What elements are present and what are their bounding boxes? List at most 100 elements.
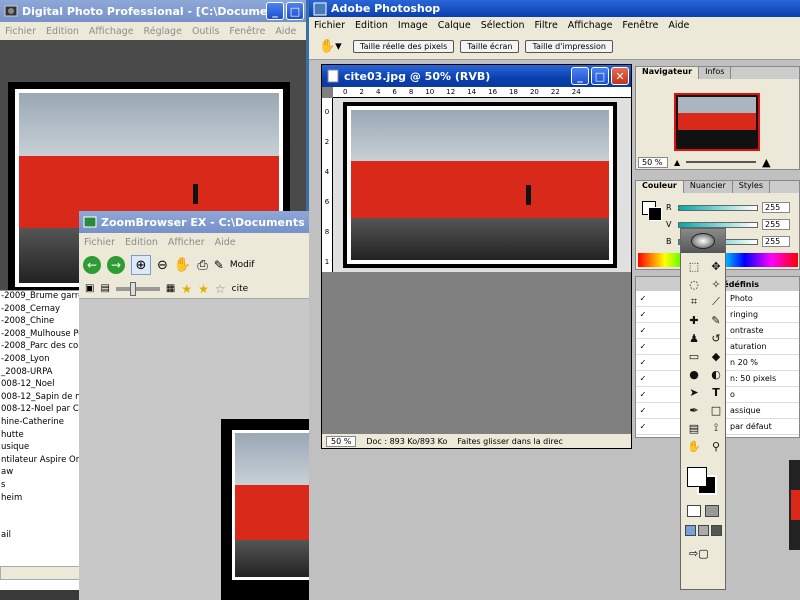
- healing-tool-icon[interactable]: ✚: [687, 313, 701, 327]
- channel-slider[interactable]: [678, 221, 758, 228]
- folder-list-item[interactable]: usique: [0, 442, 80, 455]
- zoombrowser-menu-item[interactable]: Fichier: [79, 237, 120, 248]
- crop-tool-icon[interactable]: ⌗: [687, 295, 701, 309]
- blur-tool-icon[interactable]: ●: [687, 367, 701, 381]
- print-icon[interactable]: ⎙: [197, 258, 207, 273]
- checkmark-icon[interactable]: ✓: [636, 374, 650, 383]
- folder-list-item[interactable]: ail: [0, 530, 80, 543]
- panel-tab[interactable]: Nuancier: [683, 181, 733, 193]
- zoom-out-icon[interactable]: ⊖: [157, 258, 168, 273]
- document-title-bar[interactable]: cite03.jpg @ 50% (RVB) _ □ ✕: [322, 65, 631, 87]
- folder-list-item[interactable]: [0, 518, 80, 531]
- folder-list-item[interactable]: hutte: [0, 430, 80, 443]
- checkmark-icon[interactable]: ✓: [636, 294, 650, 303]
- pen-tool-icon[interactable]: ✒: [687, 403, 701, 417]
- zoom-tool-icon[interactable]: ⚲: [709, 439, 723, 453]
- panel-tab[interactable]: Couleur: [636, 181, 684, 193]
- navigator-zoom-field[interactable]: 50 %: [638, 156, 668, 168]
- folder-list-item[interactable]: -2009_Brume garreb: [0, 291, 80, 304]
- eraser-tool-icon[interactable]: ▭: [687, 349, 701, 363]
- history-brush-icon[interactable]: ↺: [709, 331, 723, 345]
- panel-tab[interactable]: Navigateur: [636, 67, 700, 79]
- folder-list-item[interactable]: s: [0, 480, 80, 493]
- folder-list-item[interactable]: -2008_Lyon: [0, 354, 80, 367]
- star-icon[interactable]: ★: [198, 282, 209, 296]
- photoshop-menu-item[interactable]: Affichage: [563, 20, 618, 31]
- zoom-in-mountain-icon[interactable]: ▲: [762, 156, 770, 169]
- zoombrowser-title-bar[interactable]: ZoomBrowser EX - C:\Documents and Settin…: [79, 211, 319, 233]
- dpp-menu-item[interactable]: Fenêtre: [224, 26, 270, 37]
- hand-tool-box-icon[interactable]: ✋: [687, 439, 701, 453]
- hand-tool-icon[interactable]: ✋▾: [319, 39, 347, 54]
- dodge-tool-icon[interactable]: ◐: [709, 367, 723, 381]
- back-icon[interactable]: ←: [83, 256, 101, 274]
- photoshop-menu-item[interactable]: Edition: [350, 20, 393, 31]
- eyedropper-tool-icon[interactable]: ⟟: [709, 421, 723, 435]
- dpp-maximize-button[interactable]: □: [286, 2, 304, 20]
- type-tool-icon[interactable]: T: [709, 385, 723, 399]
- folder-list-item[interactable]: -2008_Mulhouse Por: [0, 329, 80, 342]
- dpp-menu-item[interactable]: Réglage: [139, 26, 187, 37]
- photoshop-menu-item[interactable]: Calque: [433, 20, 476, 31]
- document-maximize-button[interactable]: □: [591, 67, 609, 85]
- folder-list-item[interactable]: heim: [0, 493, 80, 506]
- folder-list-item[interactable]: 008-12-Noel par Chris: [0, 404, 80, 417]
- stamp-tool-icon[interactable]: ♟: [687, 331, 701, 345]
- checkmark-icon[interactable]: ✓: [636, 310, 650, 319]
- forward-icon[interactable]: →: [107, 256, 125, 274]
- channel-value-field[interactable]: 255: [762, 202, 790, 213]
- navigator-thumbnail[interactable]: [674, 93, 760, 151]
- slice-tool-icon[interactable]: ⟋: [709, 295, 723, 309]
- shape-tool-icon[interactable]: □: [709, 403, 723, 417]
- photoshop-title-bar[interactable]: Adobe Photoshop: [309, 0, 800, 17]
- lasso-tool-icon[interactable]: ◌: [687, 277, 701, 291]
- hand-icon[interactable]: ✋: [174, 257, 191, 273]
- document-minimize-button[interactable]: _: [571, 67, 589, 85]
- zoom-in-icon[interactable]: ⊕: [131, 255, 151, 275]
- photoshop-menu-item[interactable]: Sélection: [476, 20, 530, 31]
- folder-list-item[interactable]: hine-Catherine: [0, 417, 80, 430]
- channel-value-field[interactable]: 255: [762, 236, 790, 247]
- checkmark-icon[interactable]: ✓: [636, 422, 650, 431]
- dpp-menu-item[interactable]: Aide: [270, 26, 301, 37]
- move-tool-icon[interactable]: ✥: [709, 259, 723, 273]
- navigator-zoom-slider[interactable]: [686, 161, 757, 163]
- checkmark-icon[interactable]: ✓: [636, 406, 650, 415]
- photoshop-menu-item[interactable]: Image: [393, 20, 433, 31]
- fit-icon[interactable]: ▣: [85, 283, 94, 294]
- actual-size-icon[interactable]: ▤: [100, 283, 109, 294]
- photoshop-menu-item[interactable]: Filtre: [529, 20, 562, 31]
- brush-tool-icon[interactable]: ✎: [709, 313, 723, 327]
- option-button[interactable]: Taille d'impression: [525, 40, 613, 53]
- photoshop-menu-item[interactable]: Aide: [663, 20, 694, 31]
- folder-list-item[interactable]: 008-12_Noel: [0, 379, 80, 392]
- panel-tab[interactable]: Infos: [699, 67, 732, 79]
- canvas-area[interactable]: [333, 98, 631, 272]
- zoombrowser-menu-item[interactable]: Aide: [210, 237, 241, 248]
- channel-value-field[interactable]: 255: [762, 219, 790, 230]
- zoombrowser-menu-item[interactable]: Afficher: [163, 237, 210, 248]
- quick-mask-icon[interactable]: [687, 505, 721, 519]
- option-button[interactable]: Taille réelle des pixels: [353, 40, 455, 53]
- path-select-icon[interactable]: ➤: [687, 385, 701, 399]
- star-icon[interactable]: ★: [181, 282, 192, 296]
- checkmark-icon[interactable]: ✓: [636, 342, 650, 351]
- channel-slider[interactable]: [678, 204, 758, 211]
- option-button[interactable]: Taille écran: [460, 40, 520, 53]
- folder-list-item[interactable]: aw: [0, 467, 80, 480]
- dpp-title-bar[interactable]: Digital Photo Professional - [C:\Documen…: [0, 0, 306, 22]
- doc-info[interactable]: Doc : 893 Ko/893 Ko: [366, 437, 447, 446]
- dpp-menu-item[interactable]: Affichage: [84, 26, 139, 37]
- dpp-scrollbar[interactable]: [0, 566, 80, 580]
- photoshop-menu-item[interactable]: Fenêtre: [617, 20, 663, 31]
- folder-list-item[interactable]: -2008_Chine: [0, 316, 80, 329]
- folder-list-item[interactable]: ntilateur Aspire One: [0, 455, 80, 468]
- screen-mode-icon[interactable]: [685, 525, 723, 539]
- panel-tab[interactable]: Styles: [732, 181, 770, 193]
- photoshop-menu-item[interactable]: Fichier: [309, 20, 350, 31]
- zoombrowser-menu-item[interactable]: Edition: [120, 237, 163, 248]
- checkmark-icon[interactable]: ✓: [636, 358, 650, 367]
- background-color-swatch[interactable]: [648, 207, 662, 221]
- folder-list-item[interactable]: _2008-URPA: [0, 367, 80, 380]
- folder-list-item[interactable]: 008-12_Sapin de noel: [0, 392, 80, 405]
